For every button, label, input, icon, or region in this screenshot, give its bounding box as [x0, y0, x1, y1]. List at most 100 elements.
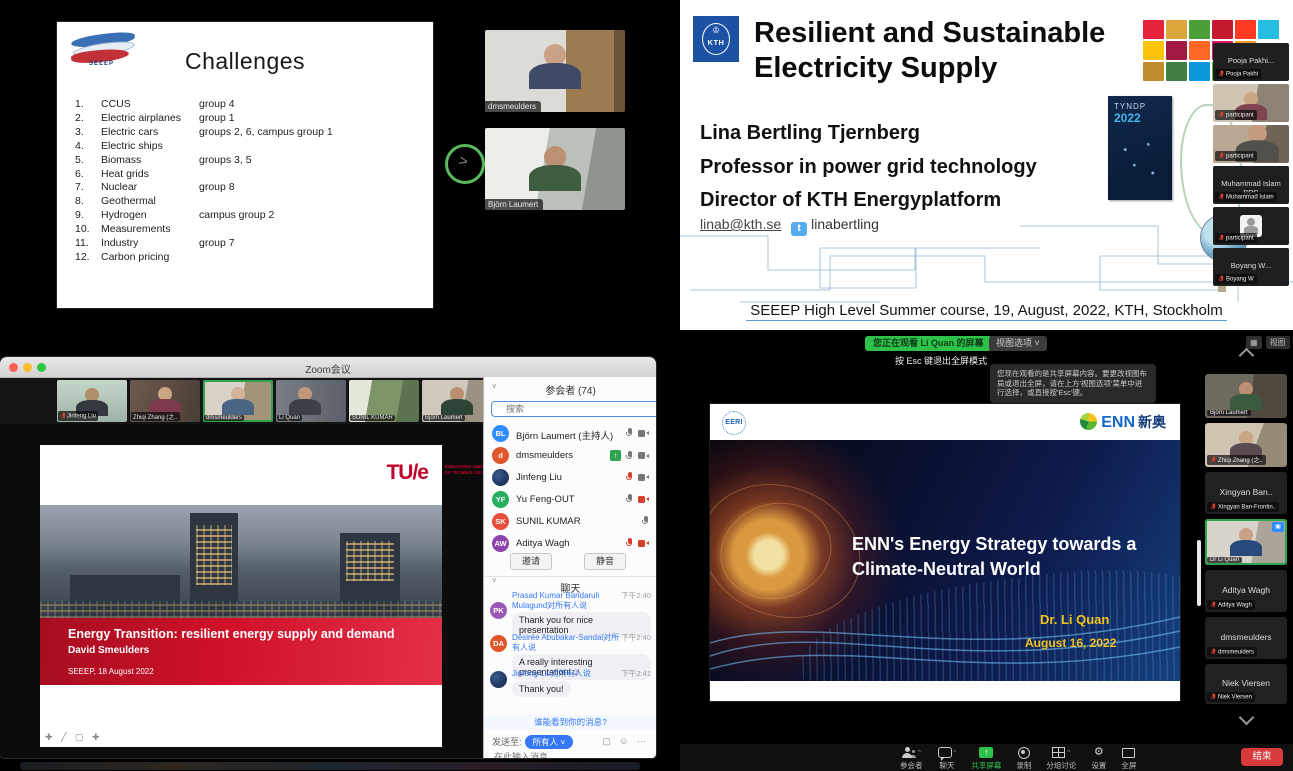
video-tile[interactable]: Björn Laumert [1205, 374, 1287, 418]
video-tile[interactable]: Li Quan [276, 380, 346, 422]
participant-name-label: Pooja Pakhi [1215, 69, 1261, 79]
chat-message-input[interactable] [492, 751, 646, 758]
screenshot-canvas: SEEEP Challenges 1.CCUSgroup 4 2.Electri… [0, 0, 1293, 771]
record-button[interactable]: 录制 [1016, 746, 1031, 771]
video-tile-dmsmeulders[interactable]: dmsmeulders [485, 30, 625, 112]
list-item: 2.Electric airplanesgroup 1 [75, 112, 425, 126]
mic-muted-icon [1211, 504, 1216, 511]
video-tile-active-speaker[interactable]: dmsmeulders [203, 380, 273, 422]
mic-muted-icon [1211, 649, 1216, 656]
shared-slide-kth: ♔ KTH Resilient and Sustainable Electric… [680, 0, 1293, 330]
participant-name-label: dmsmeulders [204, 415, 244, 421]
video-tile-active-speaker[interactable]: ▣ Dr Li Quan [1205, 519, 1287, 565]
video-tile[interactable]: participant [1213, 207, 1289, 245]
settings-button[interactable]: ⚙ 设置 [1091, 746, 1106, 771]
participant-name-label: Zhiqi Zhang (之.. [131, 412, 180, 421]
dock-reflection [20, 762, 640, 770]
view-options-button[interactable]: 视图选项 ˅ [989, 336, 1047, 351]
video-tile[interactable]: Jinfeng Liu [57, 380, 127, 422]
participant-name-label: SUNIL KUMAR [350, 415, 395, 421]
send-target-dropdown[interactable]: 所有人 ˅ [525, 735, 574, 749]
breakout-grid-icon [1052, 747, 1065, 758]
participants-header: 参会者 (74) [484, 382, 656, 397]
window-titlebar[interactable]: Zoom会议 [0, 357, 656, 378]
mic-muted-icon [1219, 71, 1224, 78]
video-tile[interactable]: SUNIL KUMAR [349, 380, 419, 422]
annotation-tools-icons[interactable]: ✚ ╱ ▢ ✚ [45, 732, 103, 743]
message-visibility-note[interactable]: 谁能看到你的消息? [484, 715, 656, 730]
list-item: 10.Measurements [75, 223, 425, 237]
video-tile[interactable]: dmsmeulders dmsmeulders [1205, 617, 1287, 659]
next-slide-button[interactable]: > [445, 144, 485, 184]
slide-speaker: Dr. Li Quan [1040, 612, 1109, 627]
mic-muted-icon [1219, 194, 1224, 201]
participant-row[interactable]: YF Yu Feng-OUT [490, 489, 651, 511]
slide-body: ENN's Energy Strategy towards a Climate-… [710, 440, 1180, 681]
mic-muted-icon [1219, 112, 1224, 119]
participant-name-label: participant [1215, 110, 1257, 120]
participant-row[interactable]: SK SUNIL KUMAR [490, 511, 651, 533]
send-to-row: 发送至:所有人 ˅ ▢ ☺ ⋯ [492, 735, 651, 750]
fullscreen-icon [1122, 748, 1135, 758]
slide-speaker: David Smeulders [68, 645, 149, 656]
gear-icon: ⚙ [1094, 747, 1104, 758]
camera-off-icon [638, 539, 649, 547]
shared-slide-enn: EERI ENN新奥 ENN's Energy Strategy towards… [710, 404, 1180, 701]
breakout-rooms-button[interactable]: ^ 分组讨论 [1046, 746, 1076, 771]
participant-row[interactable]: BL Björn Laumert (主持人) [490, 423, 651, 445]
slide-title: Challenges [57, 48, 433, 75]
share-screen-button[interactable]: 共享屏幕 [971, 746, 1001, 771]
participant-row[interactable]: Jinfeng Liu [490, 467, 651, 489]
video-tile[interactable]: Boyang W... Boyang W [1213, 248, 1289, 286]
list-item: 1.CCUSgroup 4 [75, 98, 425, 112]
slide-date: August 16, 2022 [1025, 636, 1116, 650]
end-meeting-button[interactable]: 结束 [1241, 748, 1283, 766]
strip-scrollbar[interactable] [1197, 540, 1201, 606]
participant-name-label: Li Quan [277, 415, 302, 421]
participants-button[interactable]: ^ 参会者 [900, 746, 923, 771]
attachment-emoji-more-icons[interactable]: ▢ ☺ ⋯ [602, 736, 649, 747]
invite-button[interactable]: 邀请 [510, 553, 552, 570]
video-tile[interactable]: Zhiqi Zhang (之.. [1205, 423, 1287, 467]
search-input[interactable] [491, 401, 656, 417]
participant-video [529, 44, 581, 89]
list-item: 6.Heat grids [75, 168, 425, 182]
mic-icon [642, 516, 649, 526]
video-tile[interactable]: participant [1213, 125, 1289, 163]
video-tile[interactable]: Muhammad Islam BPC Muhammad Islam [1213, 166, 1289, 204]
participant-row[interactable]: d dmsmeulders [490, 445, 651, 467]
share-screen-icon [979, 747, 993, 758]
slide-footer [710, 681, 1180, 701]
strip-scroll-up-icon[interactable] [1238, 348, 1254, 364]
list-item: 9.Hydrogencampus group 2 [75, 209, 425, 223]
list-item: 5.Biomassgroups 3, 5 [75, 154, 425, 168]
video-tile[interactable]: Pooja Pakhi... Pooja Pakhi [1213, 43, 1289, 81]
mic-icon [626, 428, 633, 438]
camera-icon [638, 452, 649, 460]
participant-row[interactable]: AW Aditya Wagh [490, 533, 651, 555]
view-tooltip: 您现在观看的是共享屏幕内容。要更改视图布局或退出全屏，请在上方'视图选项'菜单中… [990, 364, 1156, 403]
list-item: 8.Geothermal [75, 195, 425, 209]
mute-all-button[interactable]: 静音 [584, 553, 626, 570]
tue-logo: TU/e EINDHOVEN UNIVERSITY OF TECHNOLOGY [386, 461, 428, 485]
chat-button[interactable]: ^ 聊天 [938, 746, 957, 771]
window-title: Zoom会议 [0, 361, 656, 376]
video-tile[interactable]: Aditya Wagh Aditya Wagh [1205, 570, 1287, 612]
video-tile[interactable]: Zhiqi Zhang (之.. [130, 380, 200, 422]
camera-icon [638, 429, 649, 437]
eeri-logo: EERI [722, 411, 746, 435]
fullscreen-button[interactable]: 全屏 [1121, 746, 1136, 771]
video-tile[interactable]: Niek Viersen Niek Viersen [1205, 664, 1287, 704]
video-tile[interactable]: Björn Laumert [422, 380, 492, 422]
video-tile[interactable]: Xingyan Ban.. Xingyan Ban-Frontin.. [1205, 472, 1287, 514]
slide-header: EERI ENN新奥 [710, 404, 1180, 440]
video-tile[interactable]: participant [1213, 84, 1289, 122]
strip-scroll-down-icon[interactable] [1238, 710, 1254, 726]
video-tile-bjorn-laumert[interactable]: Björn Laumert [485, 128, 625, 210]
avatar: AW [492, 535, 509, 552]
camera-off-icon [638, 495, 649, 503]
participant-name-label: participant [1215, 233, 1257, 243]
meeting-toolbar: ^ 参会者 ^ 聊天 共享屏幕 录制 ^ 分组讨论 ⚙ 设置 [680, 744, 1293, 771]
participant-name-label: dmsmeulders [485, 101, 541, 112]
campus-photo [40, 505, 442, 618]
